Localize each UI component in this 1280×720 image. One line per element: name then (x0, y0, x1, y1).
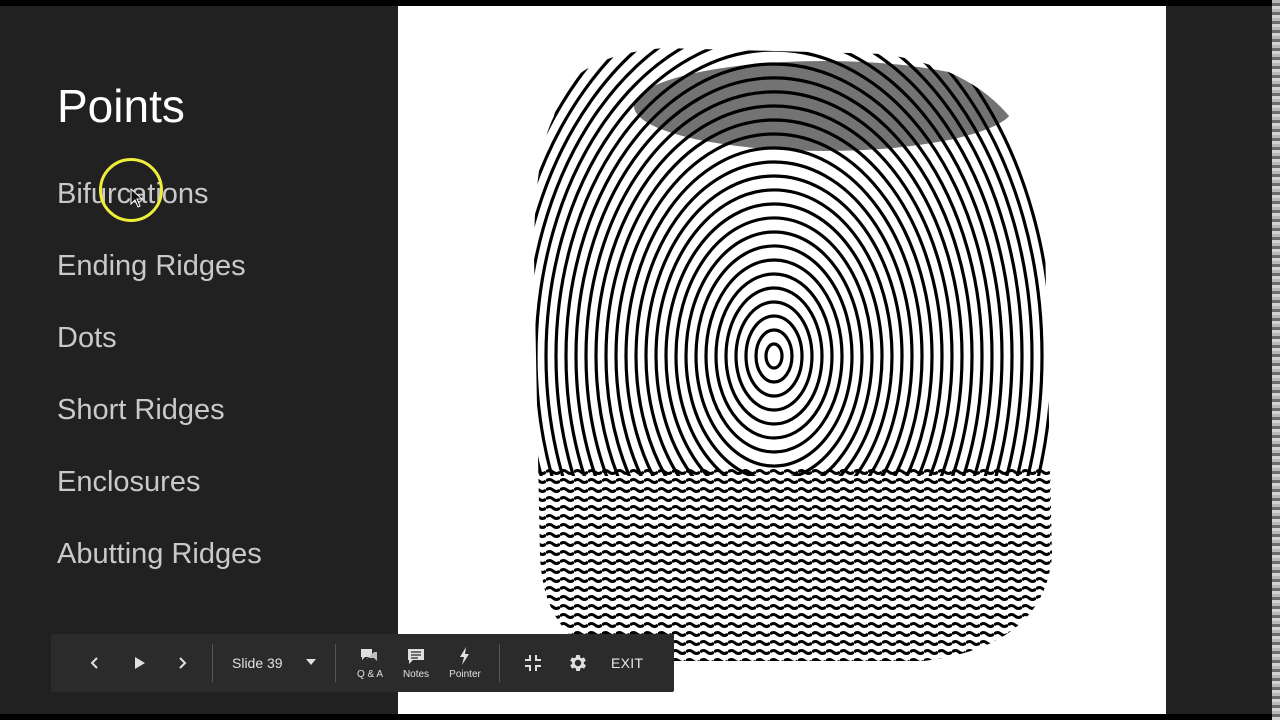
chevron-left-icon[interactable] (89, 655, 101, 671)
notes-icon[interactable] (406, 647, 426, 665)
slide-title: Points (57, 80, 185, 132)
qa-button-label[interactable]: Q & A (355, 669, 385, 680)
exit-button[interactable]: EXIT (611, 655, 643, 671)
window-edge (1272, 0, 1280, 720)
bullet-item: Enclosures (57, 466, 201, 498)
play-icon[interactable] (133, 655, 147, 671)
presenter-toolbar: Slide 39 Q & A Notes Pointer EXIT (51, 634, 674, 692)
pointer-button-label[interactable]: Pointer (445, 669, 485, 680)
exit-fullscreen-icon[interactable] (524, 654, 542, 672)
mouse-cursor-icon (130, 188, 144, 208)
toolbar-divider (499, 644, 500, 682)
presenter-margin (1166, 6, 1272, 714)
chevron-down-icon[interactable] (306, 659, 316, 665)
gear-icon[interactable] (567, 652, 589, 674)
bullet-item: Short Ridges (57, 394, 225, 426)
toolbar-divider (212, 644, 213, 682)
bullet-item: Abutting Ridges (57, 538, 262, 570)
notes-button-label[interactable]: Notes (397, 669, 435, 680)
qa-icon[interactable] (359, 647, 379, 665)
bullet-item: Dots (57, 322, 117, 354)
laser-pointer-icon[interactable] (456, 646, 472, 666)
bullet-item: Ending Ridges (57, 250, 246, 282)
slide-selector[interactable]: Slide 39 (232, 655, 283, 671)
slide-image-panel (398, 6, 1166, 714)
slide-text-panel: Points Bifurcations Ending Ridges Dots S… (0, 6, 398, 714)
bullet-list: Bifurcations Ending Ridges Dots Short Ri… (57, 174, 262, 606)
chevron-right-icon[interactable] (176, 655, 188, 671)
fingerprint-icon (534, 48, 1052, 661)
toolbar-divider (335, 644, 336, 682)
